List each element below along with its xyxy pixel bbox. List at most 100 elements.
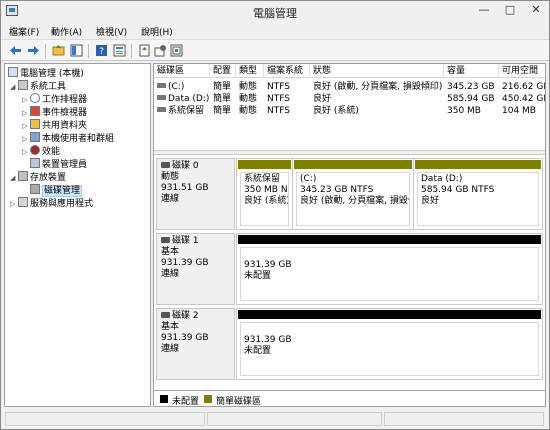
disk-2-label[interactable]: 磁碟 2 基本 931.39 GB 連線 [156,308,235,380]
event-viewer-icon [30,106,40,116]
filesystem-cell: NTFS [267,94,290,104]
column-header-capacity[interactable]: 容量 [444,64,499,78]
table-row[interactable]: Data (D:) 簡單 動態 NTFS 良好 585.94 GB 450.42… [154,93,545,105]
tree-item-system-tools[interactable]: ◢ 系統工具 [10,80,66,93]
back-arrow-icon[interactable] [8,43,23,58]
partition-system-reserved[interactable]: 系統保留 350 MB N’ 良好 (系統) [237,159,292,229]
show-hide-tree-icon[interactable] [69,43,84,58]
partition-c[interactable]: (C:) 345.23 GB NTFS 良好 (啟動, 分頁檔案, 損毀们 [292,159,413,229]
toolbar: ? [1,39,549,61]
column-header-layout[interactable]: 配置 [210,64,236,78]
disk-type: 基本 [161,247,180,257]
volume-icon [157,95,166,100]
filesystem-cell: NTFS [267,82,290,92]
table-row[interactable]: 系統保留 簡單 動態 NTFS 良好 (系統) 350 MB 104 MB [154,105,545,117]
capacity-cell: 345.23 GB [447,82,495,92]
status-cell [5,412,205,426]
disk-type: 動態 [161,172,180,182]
tree-item-device-manager[interactable]: 裝置管理員 [30,158,87,171]
column-header-status[interactable]: 狀態 [310,64,444,78]
maximize-button[interactable]: □ [497,2,523,19]
layout-cell: 簡單 [213,82,232,92]
tree-item-shared-folders[interactable]: ▷ 共用資料夾 [22,119,87,132]
disk-status: 連線 [161,194,180,204]
layout-cell: 簡單 [213,94,232,104]
disk-1-row: 磁碟 1 基本 931.39 GB 連線 931.39 GB 未配置 [156,233,543,305]
volume-icon [157,83,166,88]
menu-file[interactable]: 檔案(F) [9,25,39,38]
column-header-free-space[interactable]: 可用空間 [499,64,545,78]
unallocated-swatch [160,395,168,403]
free-space-cell: 104 MB [502,106,536,116]
tree-item-services-apps[interactable]: ▷ 服務與應用程式 [10,197,93,210]
tree-item-local-users[interactable]: ▷ 本機使用者和群組 [22,132,114,145]
volume-name-cell: Data (D:) [154,93,210,105]
tree-item-disk-management[interactable]: 磁碟管理 [30,184,83,197]
tree-item-performance[interactable]: ▷ 效能 [22,145,60,158]
help-icon[interactable]: ? [94,43,109,58]
services-icon [18,197,28,207]
collapse-arrow-icon[interactable]: ◢ [10,172,18,185]
collapse-arrow-icon[interactable]: ◢ [10,81,18,94]
pane-splitter[interactable] [154,150,545,155]
menu-help[interactable]: 說明(H) [141,25,173,38]
type-cell: 動態 [239,94,258,104]
clock-icon [30,93,40,103]
volume-name-cell: 系統保留 [154,105,210,117]
simple-volume-bar [294,160,412,169]
disk-management-pane: 磁碟區 配置 類型 檔案系統 狀態 容量 可用空間 (C:) 簡單 動態 NTF… [153,63,546,407]
tree-item-storage[interactable]: ◢ 存放裝置 [10,171,66,184]
status-cell [384,412,544,426]
partition-d[interactable]: Data (D:) 585.94 GB NTFS 良好 [413,159,542,229]
partition-unallocated[interactable]: 931.39 GB 未配置 [237,309,542,379]
tree-item-event-viewer[interactable]: ▷ 事件檢視器 [22,106,87,119]
unallocated-bar [238,235,541,244]
shared-folder-icon [30,119,40,129]
status-cell: 良好 [313,94,332,104]
expand-arrow-icon[interactable]: ▷ [22,146,30,159]
disk-0-label[interactable]: 磁碟 0 動態 931.51 GB 連線 [156,158,235,230]
disk-0-partitions: 系統保留 350 MB N’ 良好 (系統) (C:) 345.23 GB NT… [236,158,543,230]
properties-icon[interactable] [112,43,127,58]
navigation-tree: 電腦管理 (本機) ◢ 系統工具 ▷ 工作排程器 ▷ 事件檢視器 ▷ 共用資料夾 ▷ 本機… [4,63,151,407]
tools-icon [18,80,28,90]
column-header-filesystem[interactable]: 檔案系統 [264,64,310,78]
filesystem-cell: NTFS [267,106,290,116]
partition-info: 931.39 GB 未配置 [240,322,539,376]
disk-size: 931.39 GB [161,333,209,343]
tree-item-task-scheduler[interactable]: ▷ 工作排程器 [22,93,87,106]
menu-action[interactable]: 動作(A) [51,25,82,38]
tree-item-computer-management[interactable]: 電腦管理 (本機) [8,67,84,80]
type-cell: 動態 [239,106,258,116]
status-cell: 良好 (啟動, 分頁檔案, 損毀傾印) [313,82,443,92]
export-icon[interactable] [137,43,152,58]
close-button[interactable]: ✕ [523,2,549,19]
layout-cell: 簡單 [213,106,232,116]
device-manager-icon [30,158,40,168]
column-header-type[interactable]: 類型 [236,64,264,78]
minimize-button[interactable]: — [471,2,497,19]
column-header-volume[interactable]: 磁碟區 [154,64,210,78]
type-cell: 動態 [239,82,258,92]
title-bar: 電腦管理 — □ ✕ [1,1,549,21]
disk-0-row: 磁碟 0 動態 931.51 GB 連線 系統保留 350 MB N’ 良好 (… [156,158,543,230]
table-row[interactable]: (C:) 簡單 動態 NTFS 良好 (啟動, 分頁檔案, 損毀傾印) 345.… [154,81,546,93]
legend-simple-volume: 簡單磁碟區 [216,397,262,407]
up-folder-icon[interactable] [51,43,66,58]
status-bar [1,409,549,429]
expand-arrow-icon[interactable]: ▷ [10,198,18,211]
partition-info: 系統保留 350 MB N’ 良好 (系統) [240,172,289,226]
free-space-cell: 216.62 GB [502,82,546,92]
partition-info: 931.39 GB 未配置 [240,247,539,301]
settings-icon[interactable] [153,43,168,58]
disk-type: 基本 [161,322,180,332]
users-icon [30,132,40,142]
partition-unallocated[interactable]: 931.39 GB 未配置 [237,234,542,304]
menu-view[interactable]: 檢視(V) [96,25,127,38]
disk-1-label[interactable]: 磁碟 1 基本 931.39 GB 連線 [156,233,235,305]
simple-volume-swatch [204,395,212,403]
simple-volume-bar [238,160,291,169]
refresh-icon[interactable] [169,43,184,58]
storage-icon [18,171,28,181]
forward-arrow-icon[interactable] [26,43,41,58]
